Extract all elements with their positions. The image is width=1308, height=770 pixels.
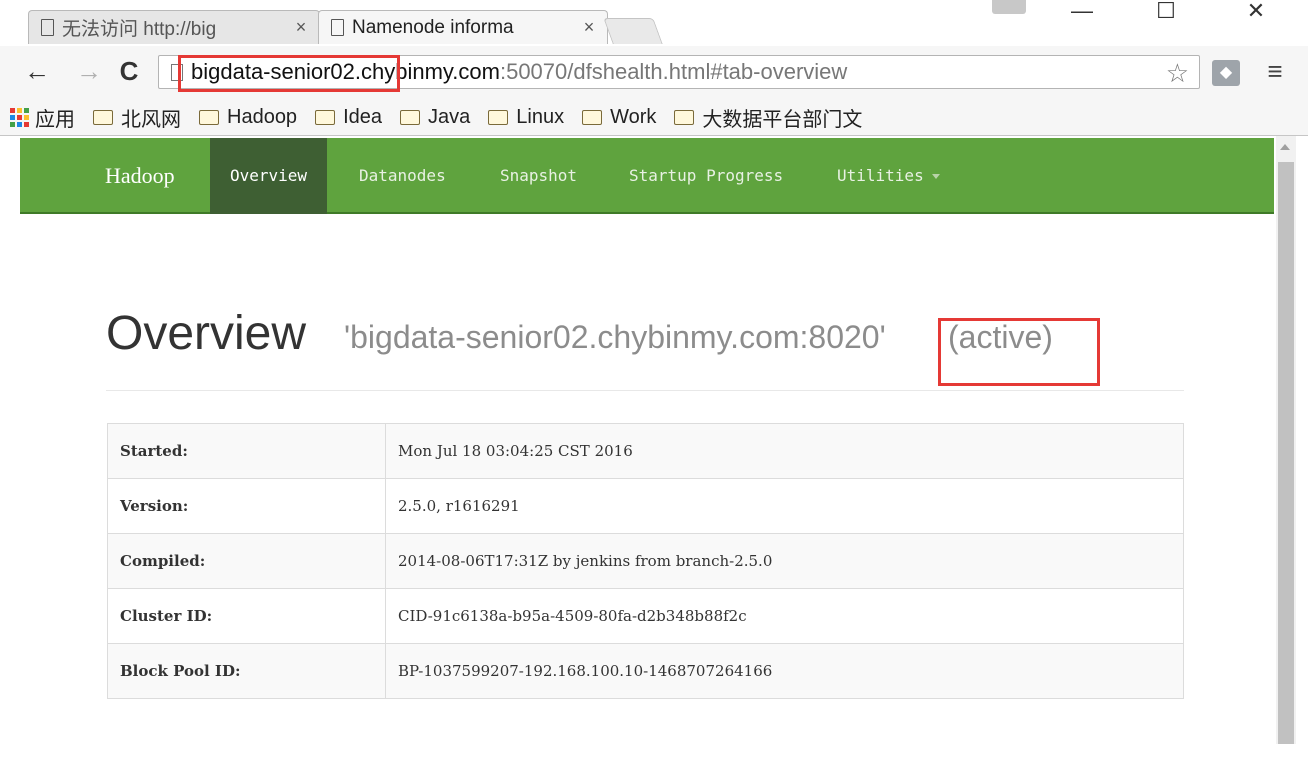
close-tab-icon[interactable]: × bbox=[291, 17, 311, 38]
back-button[interactable]: ← bbox=[22, 54, 52, 88]
row-value: 2.5.0, r1616291 bbox=[385, 478, 1184, 534]
extension-icon[interactable]: ◆ bbox=[1212, 60, 1240, 86]
folder-icon bbox=[674, 110, 695, 125]
overview-table: Started: Mon Jul 18 03:04:25 CST 2016 Ve… bbox=[107, 423, 1184, 699]
maximize-button[interactable]: ☐ bbox=[1146, 0, 1186, 28]
row-key: Block Pool ID: bbox=[107, 643, 386, 699]
nav-utilities[interactable]: Utilities bbox=[817, 138, 960, 214]
nav-utilities-label: Utilities bbox=[837, 166, 924, 185]
bookmark-label: 大数据平台部门文 bbox=[702, 109, 863, 131]
row-key: Version: bbox=[107, 478, 386, 534]
table-row: Block Pool ID: BP-1037599207-192.168.100… bbox=[107, 643, 1184, 699]
nav-startup-progress[interactable]: Startup Progress bbox=[609, 138, 803, 214]
bookmark-label: Idea bbox=[343, 106, 382, 128]
profile-button[interactable] bbox=[992, 0, 1026, 14]
row-value: CID-91c6138a-b95a-4509-80fa-d2b348b88f2c bbox=[385, 588, 1184, 644]
namenode-address: 'bigdata-senior02.chybinmy.com:8020' bbox=[344, 319, 886, 355]
menu-icon[interactable]: ≡ bbox=[1264, 56, 1286, 86]
row-value: Mon Jul 18 03:04:25 CST 2016 bbox=[385, 423, 1184, 479]
bookmarks-bar: 应用 北风网 Hadoop Idea Java Linux Work 大数据平台… bbox=[0, 100, 1308, 136]
tab-unreachable[interactable]: 无法访问 http://big × bbox=[28, 10, 320, 44]
tab-title: Namenode informa bbox=[352, 16, 514, 38]
forward-button[interactable]: → bbox=[74, 54, 104, 88]
page-icon bbox=[41, 19, 54, 36]
page-viewport: Hadoop Overview Datanodes Snapshot Start… bbox=[0, 136, 1276, 770]
close-tab-icon[interactable]: × bbox=[579, 17, 599, 38]
navbar-brand[interactable]: Hadoop bbox=[105, 138, 175, 214]
bookmark-folder[interactable]: 大数据平台部门文 bbox=[674, 103, 862, 132]
folder-icon bbox=[315, 110, 336, 125]
table-row: Started: Mon Jul 18 03:04:25 CST 2016 bbox=[107, 423, 1184, 479]
nav-snapshot[interactable]: Snapshot bbox=[480, 138, 597, 214]
scroll-thumb[interactable] bbox=[1278, 162, 1294, 744]
row-key: Started: bbox=[107, 423, 386, 479]
bookmark-label: Work bbox=[610, 106, 657, 128]
table-row: Cluster ID: CID-91c6138a-b95a-4509-80fa-… bbox=[107, 588, 1184, 644]
table-row: Compiled: 2014-08-06T17:31Z by jenkins f… bbox=[107, 533, 1184, 589]
bookmark-label: Linux bbox=[516, 106, 565, 128]
row-value: 2014-08-06T17:31Z by jenkins from branch… bbox=[385, 533, 1184, 589]
bookmark-folder[interactable]: 北风网 bbox=[93, 103, 181, 132]
folder-icon bbox=[400, 110, 420, 125]
bookmark-folder[interactable]: Linux bbox=[488, 106, 564, 129]
bookmark-label: Hadoop bbox=[227, 106, 298, 128]
bookmark-label: 北风网 bbox=[121, 109, 181, 131]
bookmark-folder[interactable]: Hadoop bbox=[199, 106, 297, 129]
caret-down-icon bbox=[931, 174, 940, 179]
vertical-scrollbar[interactable] bbox=[1276, 136, 1296, 744]
tab-title: 无法访问 http://big bbox=[62, 19, 217, 40]
annotation-box-host bbox=[178, 55, 400, 92]
bookmark-folder[interactable]: Java bbox=[400, 106, 470, 129]
new-tab-button[interactable] bbox=[603, 18, 663, 44]
star-icon[interactable]: ☆ bbox=[1166, 58, 1189, 89]
row-key: Cluster ID: bbox=[107, 588, 386, 644]
apps-icon bbox=[10, 108, 29, 127]
bookmark-apps[interactable]: 应用 bbox=[0, 103, 75, 132]
bookmark-folder[interactable]: Idea bbox=[315, 106, 382, 129]
page-icon bbox=[331, 19, 344, 36]
minimize-button[interactable]: — bbox=[1062, 0, 1102, 28]
annotation-box-active bbox=[938, 318, 1100, 386]
tab-strip: 无法访问 http://big × Namenode informa × — ☐… bbox=[0, 0, 1308, 46]
table-row: Version: 2.5.0, r1616291 bbox=[107, 478, 1184, 534]
nav-datanodes[interactable]: Datanodes bbox=[339, 138, 466, 214]
page-title: Overview bbox=[106, 307, 307, 360]
folder-icon bbox=[488, 110, 509, 125]
folder-icon bbox=[199, 110, 219, 125]
bookmark-label: 应用 bbox=[35, 109, 75, 131]
folder-icon bbox=[582, 110, 603, 125]
url-path: :50070/dfshealth.html#tab-overview bbox=[499, 59, 848, 84]
bookmark-folder[interactable]: Work bbox=[582, 106, 656, 129]
nav-overview[interactable]: Overview bbox=[210, 138, 328, 214]
folder-icon bbox=[93, 110, 113, 125]
tab-namenode-information[interactable]: Namenode informa × bbox=[318, 10, 608, 44]
row-key: Compiled: bbox=[107, 533, 386, 589]
reload-button[interactable]: C bbox=[114, 54, 144, 88]
scroll-up-icon[interactable] bbox=[1280, 144, 1290, 150]
close-window-button[interactable]: ✕ bbox=[1236, 0, 1276, 28]
hadoop-navbar: Hadoop Overview Datanodes Snapshot Start… bbox=[20, 138, 1274, 214]
bookmark-label: Java bbox=[428, 106, 471, 128]
row-value: BP-1037599207-192.168.100.10-14687072641… bbox=[385, 643, 1184, 699]
